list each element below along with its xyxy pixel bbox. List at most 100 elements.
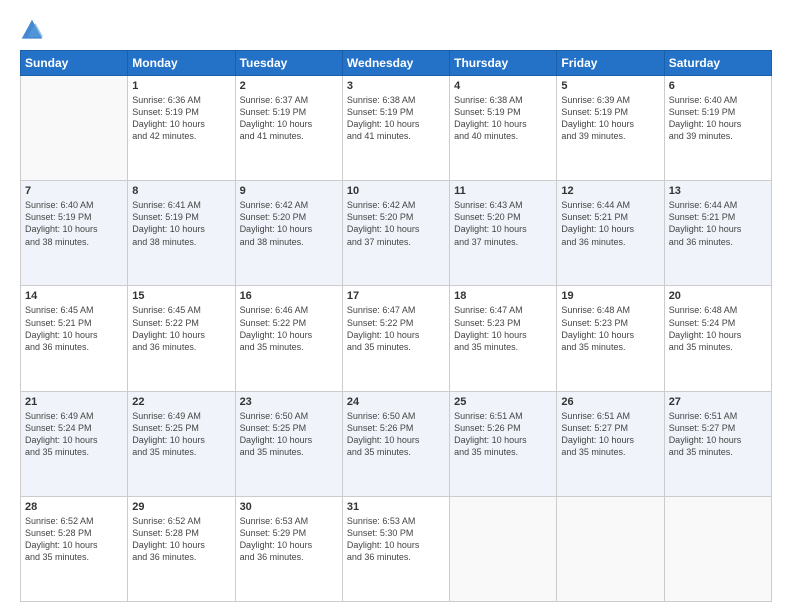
calendar-cell: 3 Sunrise: 6:38 AM Sunset: 5:19 PM Daylig… — [342, 76, 449, 181]
calendar-cell: 20 Sunrise: 6:48 AM Sunset: 5:24 PM Dayli… — [664, 286, 771, 391]
day-number: 27 — [669, 396, 767, 408]
calendar-row: 1 Sunrise: 6:36 AM Sunset: 5:19 PM Daylig… — [21, 76, 772, 181]
calendar-cell: 5Sunrise: 6:39 AM Sunset: 5:19 PM Daylig… — [557, 76, 664, 181]
calendar-row: 7 Sunrise: 6:40 AM Sunset: 5:19 PM Daylig… — [21, 181, 772, 286]
day-number: 28 — [25, 501, 123, 513]
calendar-cell: 17Sunrise: 6:47 AM Sunset: 5:22 PM Dayli… — [342, 286, 449, 391]
calendar-cell: 22 Sunrise: 6:49 AM Sunset: 5:25 PM Dayli… — [128, 391, 235, 496]
day-number: 6 — [669, 80, 767, 92]
calendar-cell: 30Sunrise: 6:53 AM Sunset: 5:29 PM Dayli… — [235, 496, 342, 601]
cell-info: Sunrise: 6:36 AM Sunset: 5:19 PM Dayligh… — [132, 94, 230, 143]
calendar-cell: 6 Sunrise: 6:40 AM Sunset: 5:19 PM Daylig… — [664, 76, 771, 181]
cell-info: Sunrise: 6:41 AM Sunset: 5:19 PM Dayligh… — [132, 199, 230, 248]
weekday-header: Wednesday — [342, 51, 449, 76]
calendar-header-row: SundayMondayTuesdayWednesdayThursdayFrid… — [21, 51, 772, 76]
weekday-header: Saturday — [664, 51, 771, 76]
cell-info: Sunrise: 6:47 AM Sunset: 5:23 PM Dayligh… — [454, 304, 552, 353]
cell-info: Sunrise: 6:51 AM Sunset: 5:27 PM Dayligh… — [669, 410, 767, 459]
calendar-cell — [450, 496, 557, 601]
day-number: 16 — [240, 290, 338, 302]
cell-info: Sunrise: 6:48 AM Sunset: 5:24 PM Dayligh… — [669, 304, 767, 353]
calendar-cell: 26 Sunrise: 6:51 AM Sunset: 5:27 PM Dayli… — [557, 391, 664, 496]
day-number: 1 — [132, 80, 230, 92]
calendar-cell: 9 Sunrise: 6:42 AM Sunset: 5:20 PM Daylig… — [235, 181, 342, 286]
day-number: 2 — [240, 80, 338, 92]
cell-info: Sunrise: 6:52 AM Sunset: 5:28 PM Dayligh… — [25, 515, 123, 564]
calendar-cell: 18 Sunrise: 6:47 AM Sunset: 5:23 PM Dayli… — [450, 286, 557, 391]
cell-info: Sunrise: 6:42 AM Sunset: 5:20 PM Dayligh… — [347, 199, 445, 248]
calendar-cell: 12 Sunrise: 6:44 AM Sunset: 5:21 PM Dayli… — [557, 181, 664, 286]
cell-info: Sunrise: 6:42 AM Sunset: 5:20 PM Dayligh… — [240, 199, 338, 248]
day-number: 17 — [347, 290, 445, 302]
calendar-cell — [21, 76, 128, 181]
day-number: 11 — [454, 185, 552, 197]
cell-info: Sunrise: 6:51 AM Sunset: 5:26 PM Dayligh… — [454, 410, 552, 459]
calendar-cell: 27 Sunrise: 6:51 AM Sunset: 5:27 PM Dayli… — [664, 391, 771, 496]
cell-info: Sunrise: 6:52 AM Sunset: 5:28 PM Dayligh… — [132, 515, 230, 564]
cell-info: Sunrise: 6:40 AM Sunset: 5:19 PM Dayligh… — [669, 94, 767, 143]
day-number: 10 — [347, 185, 445, 197]
day-number: 23 — [240, 396, 338, 408]
calendar-cell: 15 Sunrise: 6:45 AM Sunset: 5:22 PM Dayli… — [128, 286, 235, 391]
weekday-header: Tuesday — [235, 51, 342, 76]
cell-info: Sunrise: 6:50 AM Sunset: 5:25 PM Dayligh… — [240, 410, 338, 459]
cell-info: Sunrise: 6:45 AM Sunset: 5:21 PM Dayligh… — [25, 304, 123, 353]
day-number: 31 — [347, 501, 445, 513]
calendar-cell: 2 Sunrise: 6:37 AM Sunset: 5:19 PM Daylig… — [235, 76, 342, 181]
day-number: 5 — [561, 80, 659, 92]
weekday-header: Sunday — [21, 51, 128, 76]
day-number: 3 — [347, 80, 445, 92]
cell-info: Sunrise: 6:50 AM Sunset: 5:26 PM Dayligh… — [347, 410, 445, 459]
cell-info: Sunrise: 6:51 AM Sunset: 5:27 PM Dayligh… — [561, 410, 659, 459]
day-number: 9 — [240, 185, 338, 197]
calendar-cell: 16 Sunrise: 6:46 AM Sunset: 5:22 PM Dayli… — [235, 286, 342, 391]
cell-info: Sunrise: 6:49 AM Sunset: 5:24 PM Dayligh… — [25, 410, 123, 459]
cell-info: Sunrise: 6:43 AM Sunset: 5:20 PM Dayligh… — [454, 199, 552, 248]
day-number: 25 — [454, 396, 552, 408]
calendar-table: SundayMondayTuesdayWednesdayThursdayFrid… — [20, 50, 772, 602]
day-number: 19 — [561, 290, 659, 302]
calendar-cell: 8 Sunrise: 6:41 AM Sunset: 5:19 PM Daylig… — [128, 181, 235, 286]
cell-info: Sunrise: 6:44 AM Sunset: 5:21 PM Dayligh… — [561, 199, 659, 248]
day-number: 15 — [132, 290, 230, 302]
calendar-cell: 23 Sunrise: 6:50 AM Sunset: 5:25 PM Dayli… — [235, 391, 342, 496]
day-number: 12 — [561, 185, 659, 197]
day-number: 13 — [669, 185, 767, 197]
calendar-cell — [664, 496, 771, 601]
day-number: 30 — [240, 501, 338, 513]
calendar-row: 14 Sunrise: 6:45 AM Sunset: 5:21 PM Dayli… — [21, 286, 772, 391]
logo-icon — [20, 18, 44, 42]
cell-info: Sunrise: 6:49 AM Sunset: 5:25 PM Dayligh… — [132, 410, 230, 459]
cell-info: Sunrise: 6:46 AM Sunset: 5:22 PM Dayligh… — [240, 304, 338, 353]
day-number: 20 — [669, 290, 767, 302]
day-number: 21 — [25, 396, 123, 408]
day-number: 4 — [454, 80, 552, 92]
calendar-cell: 28 Sunrise: 6:52 AM Sunset: 5:28 PM Dayli… — [21, 496, 128, 601]
cell-info: Sunrise: 6:40 AM Sunset: 5:19 PM Dayligh… — [25, 199, 123, 248]
calendar-row: 21 Sunrise: 6:49 AM Sunset: 5:24 PM Dayli… — [21, 391, 772, 496]
day-number: 29 — [132, 501, 230, 513]
calendar-cell: 1 Sunrise: 6:36 AM Sunset: 5:19 PM Daylig… — [128, 76, 235, 181]
day-number: 8 — [132, 185, 230, 197]
day-number: 22 — [132, 396, 230, 408]
weekday-header: Thursday — [450, 51, 557, 76]
weekday-header: Friday — [557, 51, 664, 76]
weekday-header: Monday — [128, 51, 235, 76]
cell-info: Sunrise: 6:45 AM Sunset: 5:22 PM Dayligh… — [132, 304, 230, 353]
cell-info: Sunrise: 6:38 AM Sunset: 5:19 PM Dayligh… — [454, 94, 552, 143]
page-header — [20, 18, 772, 42]
calendar-cell: 19 Sunrise: 6:48 AM Sunset: 5:23 PM Dayli… — [557, 286, 664, 391]
calendar-cell: 21 Sunrise: 6:49 AM Sunset: 5:24 PM Dayli… — [21, 391, 128, 496]
day-number: 26 — [561, 396, 659, 408]
day-number: 7 — [25, 185, 123, 197]
calendar-cell — [557, 496, 664, 601]
day-number: 24 — [347, 396, 445, 408]
calendar-cell: 11 Sunrise: 6:43 AM Sunset: 5:20 PM Dayli… — [450, 181, 557, 286]
cell-info: Sunrise: 6:48 AM Sunset: 5:23 PM Dayligh… — [561, 304, 659, 353]
day-number: 14 — [25, 290, 123, 302]
calendar-cell: 25 Sunrise: 6:51 AM Sunset: 5:26 PM Dayli… — [450, 391, 557, 496]
calendar-cell: 31Sunrise: 6:53 AM Sunset: 5:30 PM Dayli… — [342, 496, 449, 601]
day-number: 18 — [454, 290, 552, 302]
cell-info: Sunrise: 6:38 AM Sunset: 5:19 PM Dayligh… — [347, 94, 445, 143]
cell-info: Sunrise: 6:37 AM Sunset: 5:19 PM Dayligh… — [240, 94, 338, 143]
